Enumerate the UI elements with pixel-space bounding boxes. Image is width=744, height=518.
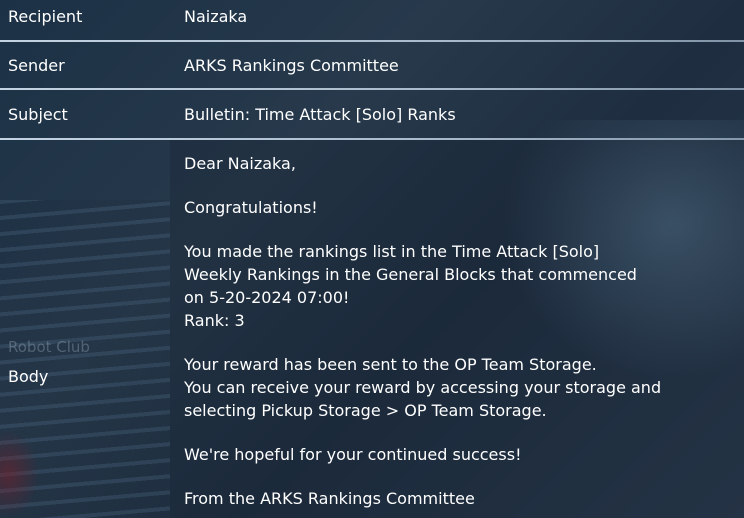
sender-value: ARKS Rankings Committee [184, 56, 399, 75]
body-line: Your reward has been sent to the OP Team… [184, 355, 597, 374]
subject-label: Subject [8, 105, 68, 124]
body-line-blank [184, 332, 739, 353]
subject-value: Bulletin: Time Attack [Solo] Ranks [184, 105, 456, 124]
body-line: Dear Naizaka, [184, 154, 296, 173]
subject-row: Subject Bulletin: Time Attack [Solo] Ran… [0, 92, 744, 138]
body-line-blank [184, 175, 739, 196]
body-line: You can receive your reward by accessing… [184, 378, 662, 397]
body-line: selecting Pickup Storage > OP Team Stora… [184, 401, 547, 420]
row-divider [0, 40, 744, 42]
sender-row: Sender ARKS Rankings Committee [0, 44, 744, 88]
row-divider [0, 88, 744, 90]
recipient-value: Naizaka [184, 7, 248, 26]
body-line-blank [184, 466, 739, 487]
body-label: Body [8, 367, 49, 386]
recipient-label: Recipient [8, 7, 83, 26]
row-divider [0, 138, 744, 140]
body-line: From the ARKS Rankings Committee [184, 489, 475, 508]
sender-label: Sender [8, 56, 65, 75]
recipient-row: Recipient Naizaka [0, 0, 744, 40]
body-line: We're hopeful for your continued success… [184, 445, 522, 464]
body-line: on 5-20-2024 07:00! [184, 288, 350, 307]
body-line-blank [184, 219, 739, 240]
mail-body[interactable]: Dear Naizaka, Congratulations! You made … [184, 152, 739, 510]
body-line: Congratulations! [184, 198, 318, 217]
body-line-blank [184, 422, 739, 443]
mail-viewer: Recipient Naizaka Sender ARKS Rankings C… [0, 0, 744, 518]
body-line: You made the rankings list in the Time A… [184, 242, 600, 261]
body-line: Rank: 3 [184, 311, 245, 330]
body-line: Weekly Rankings in the General Blocks th… [184, 265, 637, 284]
